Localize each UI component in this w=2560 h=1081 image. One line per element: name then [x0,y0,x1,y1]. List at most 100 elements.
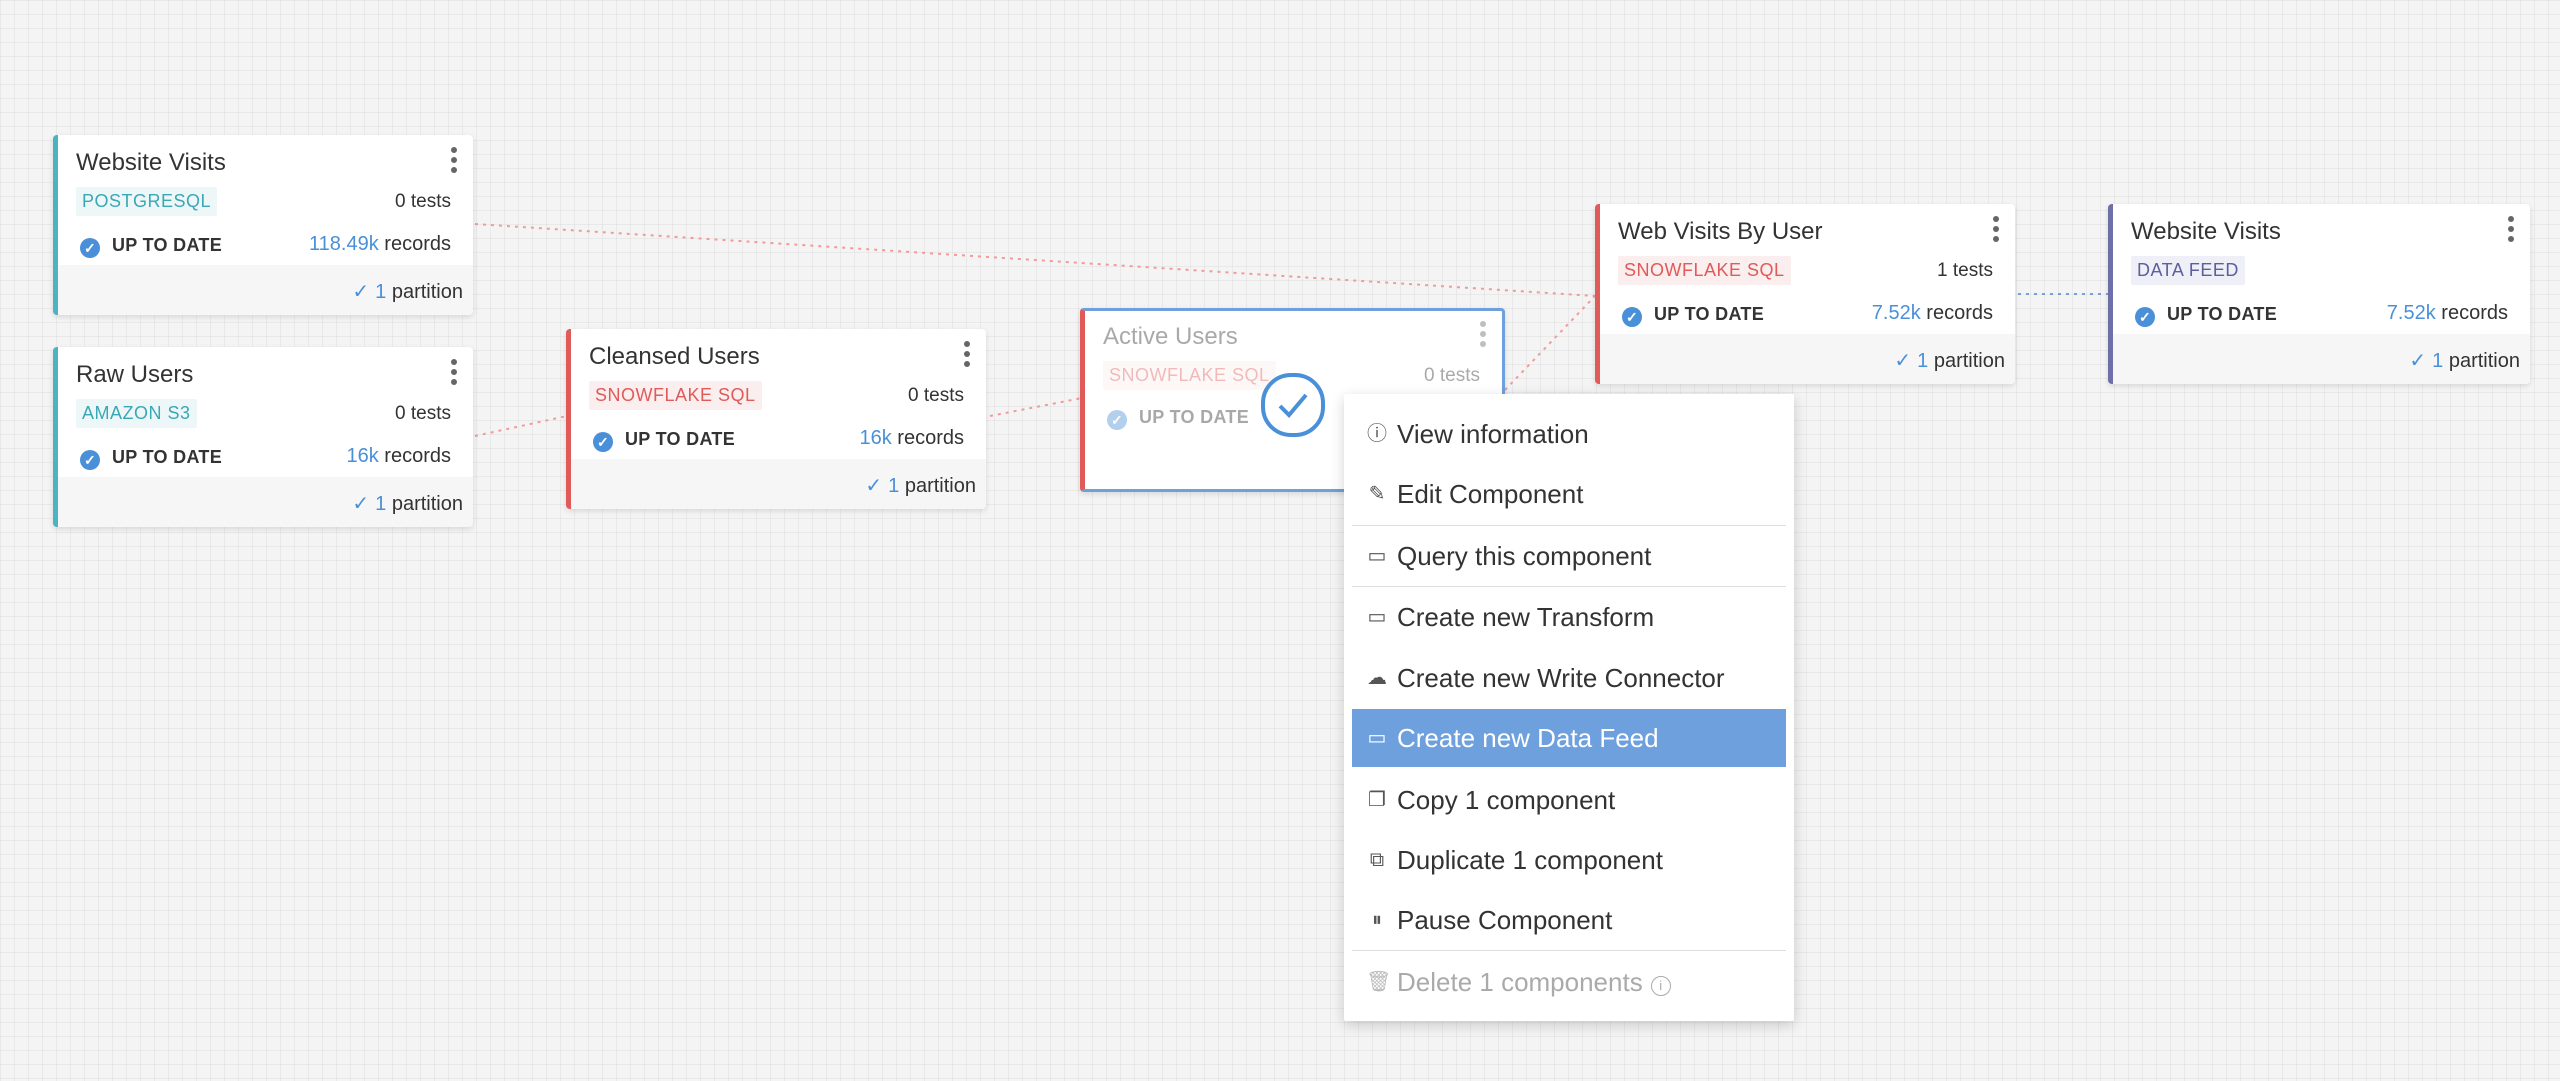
table-window-icon: ▭ [1367,606,1387,628]
check-circle-icon: ✓ [2135,307,2155,327]
partition-count[interactable]: ✓ 1 partition [2409,348,2520,373]
menu-item-label: View information [1397,419,1589,449]
records-label: records [384,445,451,467]
tests-count: 0 tests [1424,365,1480,386]
check-circle-icon: ✓ [1622,307,1642,327]
status-text: UP TO DATE [625,429,736,449]
node-footer: ✓ 1 partition [58,265,473,315]
records-count: 16k records [859,427,964,450]
menu-item-create-write-connector[interactable]: ☁ Create new Write Connector [1352,649,1786,707]
connector-badge: POSTGRESQL [76,187,218,216]
partition-number: 1 [1917,350,1929,372]
partition-number: 1 [888,475,900,497]
menu-item-label: Delete 1 components [1397,967,1643,997]
status-label: ✓ UP TO DATE [1622,304,1764,327]
edge-website-visits-to-web-visits-by-user [474,223,1596,297]
check-circle-icon: ✓ [80,450,100,470]
menu-item-label: Edit Component [1397,479,1584,509]
menu-item-pause-component[interactable]: ⏸ Pause Component [1352,891,1786,949]
records-label: records [1926,302,1993,324]
node-cleansed-users[interactable]: Cleansed Users SNOWFLAKE SQL 0 tests ✓ UP… [566,329,986,509]
records-label: records [384,233,451,255]
node-title: Website Visits [2131,218,2281,245]
selected-check-icon [1261,373,1325,437]
menu-item-label: Copy 1 component [1397,785,1616,815]
menu-item-create-data-feed[interactable]: ▭ Create new Data Feed [1352,709,1786,767]
records-number: 7.52k [1871,302,1921,324]
checkmark-icon: ✓ [865,475,883,497]
menu-item-label: Create new Data Feed [1397,723,1659,753]
kebab-menu-icon[interactable] [449,359,459,389]
partition-label: partition [391,281,463,303]
node-title: Cleansed Users [589,343,760,370]
node-raw-users[interactable]: Raw Users AMAZON S3 0 tests ✓ UP TO DATE … [53,347,473,527]
info-circle-icon: ⓘ [1367,423,1387,445]
edge-active-users-to-web-visits-by-user [1504,295,1596,391]
menu-item-delete-components: 🗑 Delete 1 components i [1352,953,1786,1011]
context-menu: ⓘ View information ✎ Edit Component ▭ Query… [1344,394,1794,1021]
menu-item-duplicate-component[interactable]: ⧉ Duplicate 1 component [1352,831,1786,889]
checkmark-icon: ✓ [352,281,370,303]
records-number: 16k [859,427,892,449]
status-label: ✓ UP TO DATE [2135,304,2277,327]
status-text: UP TO DATE [1139,407,1250,427]
node-website-visits-feed[interactable]: Website Visits DATA FEED ✓ UP TO DATE 7.5… [2108,204,2530,384]
tests-count: 0 tests [908,385,964,406]
partition-label: partition [391,493,463,515]
status-text: UP TO DATE [112,235,223,255]
node-web-visits-by-user[interactable]: Web Visits By User SNOWFLAKE SQL 1 tests… [1595,204,2015,384]
pause-circle-icon: ⏸ [1372,909,1382,931]
node-website-visits-postgres[interactable]: Website Visits POSTGRESQL 0 tests ✓ UP TO… [53,135,473,315]
kebab-menu-icon[interactable] [449,147,459,177]
menu-divider [1352,950,1786,951]
records-count: 7.52k records [2387,302,2508,325]
menu-item-create-transform[interactable]: ▭ Create new Transform [1352,588,1786,646]
connector-badge: DATA FEED [2131,256,2245,285]
checkmark-icon: ✓ [1894,350,1912,372]
partition-number: 1 [375,281,387,303]
tests-count: 0 tests [395,191,451,212]
check-circle-icon: ✓ [80,238,100,258]
status-text: UP TO DATE [112,447,223,467]
status-text: UP TO DATE [1654,304,1765,324]
menu-item-label: Create new Write Connector [1397,663,1725,693]
records-number: 16k [346,445,379,467]
partition-count[interactable]: ✓ 1 partition [1894,348,2005,373]
menu-item-query-component[interactable]: ▭ Query this component [1352,527,1786,585]
tests-count: 0 tests [395,403,451,424]
cloud-upload-icon: ☁ [1367,667,1387,689]
kebab-menu-icon[interactable] [1991,216,2001,246]
menu-item-label: Pause Component [1397,905,1613,935]
partition-count[interactable]: ✓ 1 partition [865,473,976,498]
tests-count: 1 tests [1937,260,1993,281]
node-title: Web Visits By User [1618,218,1823,245]
kebab-menu-icon[interactable] [1478,321,1488,351]
menu-item-copy-component[interactable]: ❐ Copy 1 component [1352,771,1786,829]
menu-item-label: Query this component [1397,541,1652,571]
records-number: 118.49k [309,233,379,255]
menu-item-label: Create new Transform [1397,602,1655,632]
table-window-icon: ▭ [1367,727,1387,749]
partition-label: partition [2448,350,2520,372]
kebab-menu-icon[interactable] [2506,216,2516,246]
menu-item-label: Duplicate 1 component [1397,845,1663,875]
check-circle-icon: ✓ [1107,410,1127,430]
node-title: Website Visits [76,149,226,176]
menu-item-view-information[interactable]: ⓘ View information [1352,405,1786,463]
partition-count[interactable]: ✓ 1 partition [352,279,463,304]
menu-item-edit-component[interactable]: ✎ Edit Component [1352,465,1786,523]
info-circle-icon[interactable]: i [1650,976,1671,996]
checkmark-icon: ✓ [352,493,370,515]
kebab-menu-icon[interactable] [962,341,972,371]
status-label: ✓ UP TO DATE [80,235,222,258]
status-label: ✓ UP TO DATE [80,447,222,470]
records-count: 7.52k records [1872,302,1993,325]
connector-badge: SNOWFLAKE SQL [1618,256,1791,285]
partition-count[interactable]: ✓ 1 partition [352,491,463,516]
check-circle-icon: ✓ [593,432,613,452]
partition-label: partition [904,475,976,497]
menu-divider [1352,586,1786,587]
checkmark-icon: ✓ [2409,350,2427,372]
records-label: records [2441,302,2508,324]
records-count: 16k records [346,445,451,468]
